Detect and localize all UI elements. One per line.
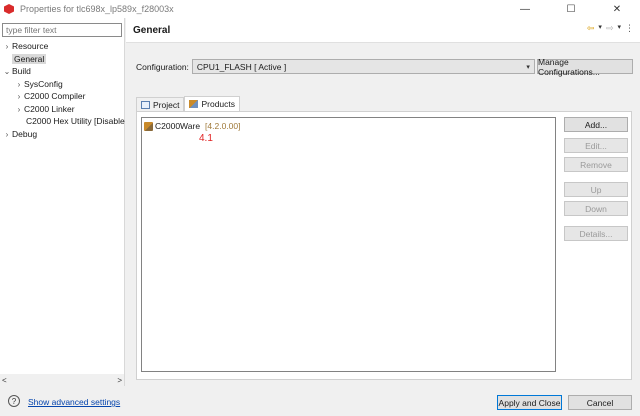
- more-options-icon[interactable]: ⋮: [625, 23, 634, 34]
- page-header: General ⇦ ▾ ⇨ ▾ ⋮: [126, 18, 640, 43]
- chevron-right-icon[interactable]: ›: [2, 41, 12, 53]
- cancel-button[interactable]: Cancel: [568, 395, 632, 410]
- tree-item-sysconfig[interactable]: › SysConfig: [0, 78, 125, 91]
- window-controls: — ☐ ✕: [502, 0, 640, 18]
- tree-item-label: C2000 Compiler: [24, 91, 86, 101]
- list-item[interactable]: C2000Ware [4.2.0.00]: [144, 121, 241, 131]
- product-name: C2000Ware: [155, 121, 201, 131]
- chevron-right-icon[interactable]: ›: [14, 104, 24, 116]
- tab-label: Project: [153, 99, 180, 110]
- manage-configurations-button[interactable]: Manage Configurations...: [537, 57, 633, 77]
- history-nav: ⇦ ▾ ⇨ ▾ ⋮: [587, 23, 634, 34]
- tree-item-label: C2000 Linker: [24, 103, 75, 114]
- sidebar: ›Resource General ⌄Build ›SysConfig ›C20…: [0, 18, 125, 386]
- chevron-down-icon: ▾: [526, 63, 530, 71]
- configuration-value: CPU1_FLASH [ Active ]: [196, 61, 287, 72]
- window-title: Properties for tlc698x_lp589x_f28003x: [20, 4, 174, 14]
- configuration-row: Configuration: CPU1_FLASH [ Active ] ▾: [136, 59, 535, 74]
- details-button[interactable]: Details...: [564, 226, 628, 241]
- tab-project[interactable]: Project: [136, 97, 185, 111]
- tree-item-debug[interactable]: › Debug: [0, 128, 125, 141]
- tree-item-c2000-compiler[interactable]: › C2000 Compiler: [0, 90, 125, 103]
- remove-button[interactable]: Remove: [564, 157, 628, 172]
- property-tree: › Resource General ⌄ Build › SysConfig › C20…: [0, 40, 125, 140]
- minimize-button[interactable]: —: [502, 0, 548, 18]
- scroll-right-icon[interactable]: >: [117, 376, 122, 385]
- apply-and-close-button[interactable]: Apply and Close: [497, 395, 562, 410]
- tree-item-label: General: [12, 53, 47, 64]
- forward-menu-icon[interactable]: ▾: [617, 23, 621, 34]
- up-button[interactable]: Up: [564, 182, 628, 197]
- products-list[interactable]: C2000Ware [4.2.0.00] 4.1: [141, 117, 556, 372]
- help-icon[interactable]: ?: [8, 395, 20, 407]
- c2000ware-icon: [144, 121, 153, 131]
- product-version: [4.2.0.00]: [205, 121, 241, 131]
- back-menu-icon[interactable]: ▾: [598, 23, 602, 34]
- chevron-down-icon[interactable]: ⌄: [2, 66, 12, 78]
- add-button[interactable]: Add...: [564, 117, 628, 132]
- annotation-label: 4.1: [199, 133, 213, 144]
- products-icon: [189, 100, 199, 108]
- scroll-left-icon[interactable]: <: [2, 376, 7, 385]
- chevron-right-icon[interactable]: ›: [14, 79, 24, 91]
- title-bar: Properties for tlc698x_lp589x_f28003x — …: [0, 0, 640, 18]
- products-panel: C2000Ware [4.2.0.00] 4.1 Add... Edit... …: [136, 111, 632, 380]
- tree-item-label: Debug: [12, 128, 38, 139]
- chevron-right-icon[interactable]: ›: [14, 91, 24, 103]
- main-panel: General ⇦ ▾ ⇨ ▾ ⋮ Configuration: CPU1_FL…: [126, 18, 640, 386]
- tree-item-general[interactable]: General: [0, 53, 125, 66]
- app-icon: [4, 4, 14, 14]
- tree-item-c2000-linker[interactable]: › C2000 Linker: [0, 103, 125, 116]
- chevron-right-icon[interactable]: ›: [2, 129, 12, 141]
- tree-item-label: C2000 Hex Utility [Disable: [26, 116, 125, 126]
- tab-bar: Project Products: [136, 96, 241, 111]
- tree-item-build[interactable]: ⌄ Build: [0, 65, 125, 78]
- tree-item-c2000-hex-utility[interactable]: C2000 Hex Utility [Disable: [0, 115, 125, 128]
- tab-products[interactable]: Products: [184, 96, 241, 111]
- tab-label: Products: [201, 99, 236, 109]
- tree-item-label: SysConfig: [24, 78, 63, 89]
- tree-item-label: Build: [12, 66, 31, 76]
- back-arrow-icon[interactable]: ⇦: [587, 23, 595, 34]
- maximize-button[interactable]: ☐: [548, 0, 594, 18]
- page-title: General: [133, 25, 171, 36]
- configuration-label: Configuration:: [136, 61, 189, 72]
- tree-item-resource[interactable]: › Resource: [0, 40, 125, 53]
- show-advanced-settings-link[interactable]: Show advanced settings: [28, 397, 120, 407]
- forward-arrow-icon[interactable]: ⇨: [606, 23, 614, 34]
- close-button[interactable]: ✕: [594, 0, 640, 18]
- project-icon: [141, 100, 150, 109]
- dialog-footer: ? Show advanced settings Apply and Close…: [0, 386, 640, 416]
- filter-input[interactable]: [2, 23, 122, 37]
- edit-button[interactable]: Edit...: [564, 138, 628, 153]
- configuration-select[interactable]: CPU1_FLASH [ Active ] ▾: [191, 59, 535, 74]
- down-button[interactable]: Down: [564, 201, 628, 216]
- horizontal-scrollbar[interactable]: < >: [0, 374, 124, 386]
- tree-item-label: Resource: [12, 41, 49, 51]
